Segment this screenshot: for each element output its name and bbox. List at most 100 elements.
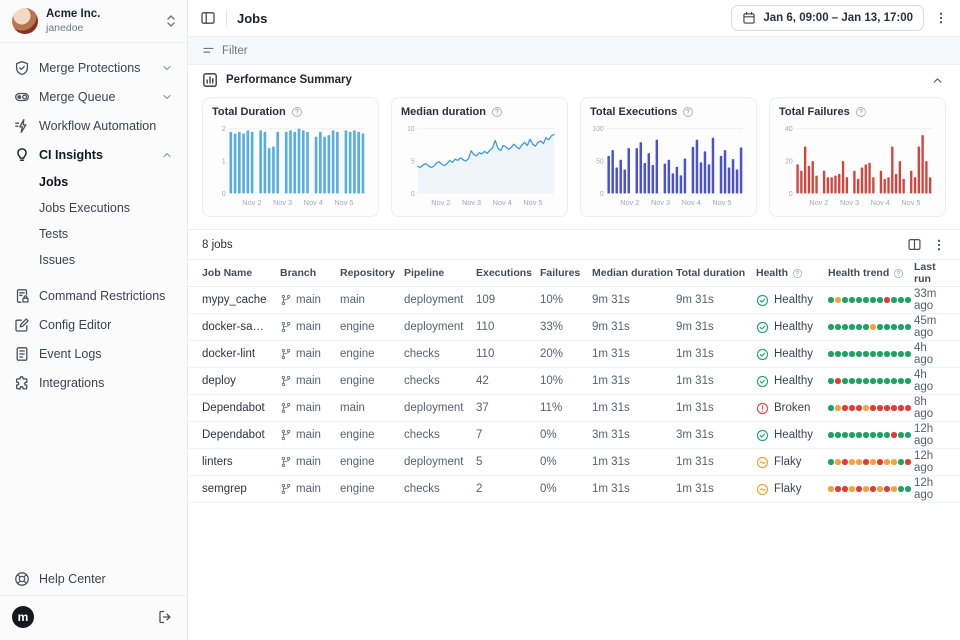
column-header[interactable]: Last run bbox=[914, 261, 946, 285]
column-header[interactable]: Branch bbox=[280, 267, 340, 279]
git-branch-icon bbox=[280, 375, 292, 387]
sidebar-item-label: Merge Protections bbox=[39, 61, 152, 75]
table-row[interactable]: Dependabotmainmaindeployment3711%1m 31s1… bbox=[188, 395, 960, 422]
column-header[interactable]: Executions bbox=[476, 267, 540, 279]
sidebar-toggle-icon[interactable] bbox=[200, 10, 216, 26]
sidebar-subitem-tests[interactable]: Tests bbox=[6, 221, 181, 247]
help-circle-icon[interactable] bbox=[855, 106, 867, 118]
sidebar-item-integrations[interactable]: Integrations bbox=[6, 368, 181, 397]
table-row[interactable]: docker-lintmainenginechecks11020%1m 31s1… bbox=[188, 341, 960, 368]
last-run-cell: 12h ago bbox=[914, 477, 946, 501]
help-circle-icon[interactable] bbox=[682, 106, 694, 118]
sidebar-item-merge-queue[interactable]: Merge Queue bbox=[6, 82, 181, 111]
column-header[interactable]: Total duration bbox=[676, 267, 756, 279]
trend-dot bbox=[891, 432, 897, 438]
table-row[interactable]: deploymainenginechecks4210%1m 31s1m 31sH… bbox=[188, 368, 960, 395]
org-switcher[interactable]: Acme Inc. janedoe bbox=[0, 0, 187, 43]
kebab-menu-icon[interactable] bbox=[932, 9, 950, 27]
sidebar-item-workflow-automation[interactable]: Workflow Automation bbox=[6, 111, 181, 140]
table-row[interactable]: mypy_cachemainmaindeployment10910%9m 31s… bbox=[188, 287, 960, 314]
median-duration-cell: 1m 31s bbox=[592, 483, 676, 495]
column-header[interactable]: Pipeline bbox=[404, 267, 476, 279]
trend-dot bbox=[849, 486, 855, 492]
columns-toggle-icon[interactable] bbox=[907, 237, 922, 252]
table-row[interactable]: docker-sa…mainenginedeployment11033%9m 3… bbox=[188, 314, 960, 341]
table-row[interactable]: Dependabotmainenginechecks70%3m 31s3m 31… bbox=[188, 422, 960, 449]
health-status-icon bbox=[756, 456, 769, 469]
trend-dot bbox=[863, 324, 869, 330]
table-row[interactable]: semgrepmainenginechecks20%1m 31s1m 31sFl… bbox=[188, 476, 960, 503]
table-kebab-menu-icon[interactable] bbox=[932, 238, 946, 252]
column-header[interactable]: Job Name bbox=[202, 267, 280, 279]
trend-dot bbox=[905, 486, 911, 492]
trend-dot bbox=[842, 324, 848, 330]
svg-text:Nov 3: Nov 3 bbox=[273, 198, 292, 207]
sidebar-item-command-restrictions[interactable]: Command Restrictions bbox=[6, 281, 181, 310]
help-center-link[interactable]: Help Center bbox=[0, 563, 187, 595]
last-run-cell: 45m ago bbox=[914, 315, 946, 339]
health-status-label: Flaky bbox=[774, 483, 801, 495]
trend-dot bbox=[877, 324, 883, 330]
date-range-picker[interactable]: Jan 6, 09:00 – Jan 13, 17:00 bbox=[731, 5, 924, 31]
pipeline-cell: deployment bbox=[404, 456, 476, 468]
sidebar-item-event-logs[interactable]: Event Logs bbox=[6, 339, 181, 368]
document-lines-icon bbox=[14, 346, 30, 362]
pipeline-cell: checks bbox=[404, 375, 476, 387]
jobs-count: 8 jobs bbox=[202, 239, 907, 251]
health-status-label: Healthy bbox=[774, 375, 813, 387]
column-header[interactable]: Failures bbox=[540, 267, 592, 279]
trend-dot bbox=[863, 405, 869, 411]
sidebar-subitem-issues[interactable]: Issues bbox=[6, 247, 181, 273]
trend-dot bbox=[898, 378, 904, 384]
trend-dot bbox=[891, 486, 897, 492]
last-run-cell: 4h ago bbox=[914, 342, 946, 366]
trend-dot bbox=[877, 486, 883, 492]
health-cell: Flaky bbox=[756, 456, 828, 469]
health-trend-cell bbox=[828, 378, 914, 384]
trend-dot bbox=[842, 297, 848, 303]
help-circle-icon[interactable] bbox=[491, 106, 503, 118]
trend-dot bbox=[891, 378, 897, 384]
trend-dot bbox=[905, 351, 911, 357]
help-circle-icon[interactable] bbox=[792, 268, 803, 279]
executions-cell: 37 bbox=[476, 402, 540, 414]
health-trend-cell bbox=[828, 405, 914, 411]
help-circle-icon[interactable] bbox=[893, 268, 904, 279]
table-toolbar: 8 jobs bbox=[188, 229, 960, 259]
filter-bar[interactable]: Filter bbox=[188, 36, 960, 65]
trend-dot bbox=[849, 432, 855, 438]
sidebar-item-config-editor[interactable]: Config Editor bbox=[6, 310, 181, 339]
mergify-logo[interactable]: m bbox=[12, 606, 34, 628]
column-header[interactable]: Health bbox=[756, 267, 828, 279]
total-failures-chart: 02040Nov 2Nov 3Nov 4Nov 5 bbox=[779, 120, 936, 210]
trend-dot bbox=[842, 351, 848, 357]
pipeline-cell: deployment bbox=[404, 294, 476, 306]
trend-dot bbox=[828, 486, 834, 492]
sidebar-item-ci-insights[interactable]: CI Insights bbox=[6, 140, 181, 169]
pipeline-cell: checks bbox=[404, 429, 476, 441]
health-status-label: Healthy bbox=[774, 429, 813, 441]
svg-text:1: 1 bbox=[222, 159, 226, 166]
sidebar-item-merge-protections[interactable]: Merge Protections bbox=[6, 53, 181, 82]
column-header[interactable]: Median duration bbox=[592, 267, 676, 279]
help-circle-icon[interactable] bbox=[291, 106, 303, 118]
executions-cell: 7 bbox=[476, 429, 540, 441]
total-duration-cell: 1m 31s bbox=[676, 375, 756, 387]
svg-text:Nov 5: Nov 5 bbox=[523, 198, 542, 207]
trend-dot bbox=[877, 459, 883, 465]
sidebar-subitem-jobs[interactable]: Jobs bbox=[6, 169, 181, 195]
sidebar-subitem-jobs-executions[interactable]: Jobs Executions bbox=[6, 195, 181, 221]
logout-icon[interactable] bbox=[157, 609, 173, 625]
column-header[interactable]: Repository bbox=[340, 267, 404, 279]
table-row[interactable]: lintersmainenginedeployment50%1m 31s1m 3… bbox=[188, 449, 960, 476]
executions-cell: 42 bbox=[476, 375, 540, 387]
trend-dot bbox=[828, 405, 834, 411]
column-header[interactable]: Health trend bbox=[828, 267, 914, 279]
svg-text:Nov 2: Nov 2 bbox=[809, 198, 828, 207]
git-branch-icon bbox=[280, 321, 292, 333]
health-trend-cell bbox=[828, 432, 914, 438]
collapse-chevron-up-icon[interactable] bbox=[929, 74, 946, 87]
branch-cell: main bbox=[280, 375, 340, 387]
trend-dot bbox=[898, 297, 904, 303]
trend-dot bbox=[842, 378, 848, 384]
